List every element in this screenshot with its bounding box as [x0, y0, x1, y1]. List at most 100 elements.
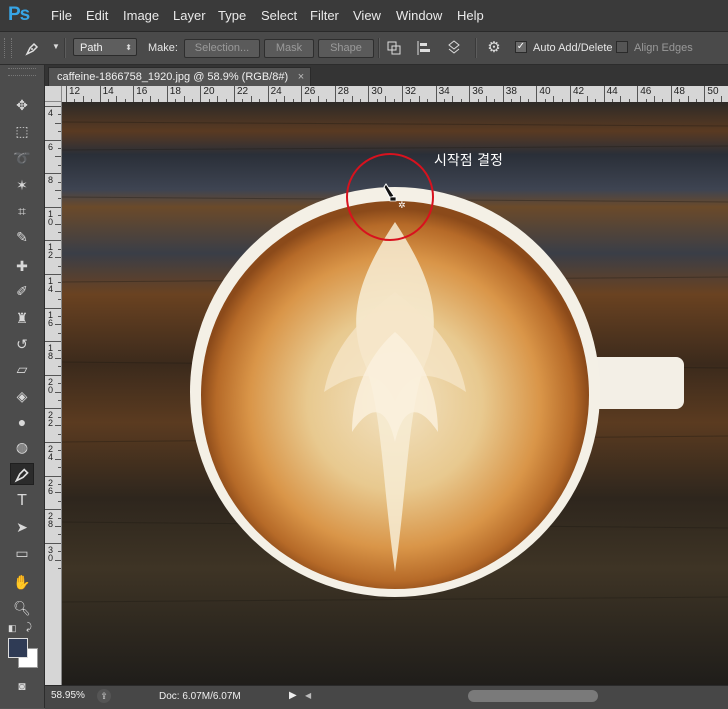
ruler-label: 14: [48, 276, 54, 294]
ruler-label: 16: [48, 309, 54, 328]
ruler-label: 20: [203, 86, 215, 97]
eyedropper-tool-icon[interactable]: ✎: [10, 226, 34, 248]
ruler-tick: [55, 122, 61, 124]
blur-tool-icon[interactable]: ●: [10, 411, 34, 433]
ruler-tick: [58, 383, 61, 385]
menu-edit[interactable]: Edit: [86, 8, 108, 23]
crop-tool-icon[interactable]: ⌗: [10, 200, 34, 222]
clone-stamp-tool-icon[interactable]: ♜: [10, 307, 34, 329]
swap-colors-icon[interactable]: ⤸: [26, 622, 32, 633]
ruler-tick: [45, 542, 61, 544]
ruler-tick: [55, 290, 61, 292]
ruler-label: 18: [169, 86, 181, 97]
pen-tool-icon[interactable]: [10, 463, 34, 485]
close-icon[interactable]: ×: [298, 68, 304, 87]
menu-layer[interactable]: Layer: [173, 8, 206, 23]
menu-filter[interactable]: Filter: [310, 8, 339, 23]
path-operations-icon[interactable]: [385, 39, 403, 57]
path-arrangement-icon[interactable]: [445, 39, 463, 57]
shape-button[interactable]: Shape: [318, 39, 374, 58]
menu-view[interactable]: View: [353, 8, 381, 23]
pen-icon[interactable]: [23, 39, 41, 57]
svg-text:✲: ✲: [398, 201, 406, 211]
share-icon[interactable]: ⇪: [97, 689, 111, 703]
dodge-tool-icon[interactable]: ◍: [10, 436, 34, 458]
ruler-tick: [58, 349, 61, 351]
ruler-label: 46: [640, 86, 652, 97]
document-tab-title: caffeine-1866758_1920.jpg @ 58.9% (RGB/8…: [57, 71, 289, 83]
tools-panel: ✥ ⬚ ➰ ✶ ⌗ ✎ ✚ ✐ ♜ ↺ ▱ ◈ ● ◍ T ➤ ▭ ✋ 🔍︎ ◧…: [0, 65, 45, 708]
ruler-tick: [99, 86, 101, 102]
foreground-color-swatch[interactable]: [8, 638, 28, 658]
auto-add-delete-checkbox[interactable]: ✓: [515, 41, 527, 53]
mask-button[interactable]: Mask: [264, 39, 314, 58]
ruler-label: 8: [48, 175, 54, 186]
ruler-origin[interactable]: [45, 86, 62, 102]
document-tab[interactable]: caffeine-1866758_1920.jpg @ 58.9% (RGB/8…: [48, 67, 312, 87]
ruler-tick: [55, 526, 61, 527]
ruler-tick: [55, 425, 61, 427]
mode-select[interactable]: Path ⬍: [73, 38, 137, 56]
ruler-tick: [58, 433, 61, 435]
ruler-tick: [55, 190, 61, 191]
ruler-tick: [55, 458, 61, 460]
default-colors-icon[interactable]: ◧: [8, 623, 17, 634]
ruler-tick: [301, 86, 303, 102]
coffee-photo: ✲: [62, 102, 728, 685]
eraser-tool-icon[interactable]: ▱: [10, 358, 34, 380]
ruler-label: 10: [48, 208, 54, 227]
zoom-tool-icon[interactable]: 🔍︎: [10, 597, 34, 619]
ruler-tick: [55, 223, 61, 225]
ruler-tick: [58, 332, 61, 334]
rectangle-tool-icon[interactable]: ▭: [10, 542, 34, 564]
type-tool-icon[interactable]: T: [10, 490, 34, 512]
ruler-tick: [55, 391, 61, 393]
menu-window[interactable]: Window: [396, 8, 442, 23]
path-selection-tool-icon[interactable]: ➤: [10, 516, 34, 538]
ruler-label: 48: [673, 86, 685, 97]
ruler-label: 34: [438, 86, 450, 97]
horizontal-scrollbar[interactable]: [468, 690, 598, 702]
ruler-tick: [536, 86, 538, 102]
scroll-left-icon[interactable]: ◀: [305, 691, 311, 700]
history-brush-tool-icon[interactable]: ↺: [10, 333, 34, 355]
marquee-tool-icon[interactable]: ⬚: [10, 120, 34, 142]
brush-tool-icon[interactable]: ✐: [10, 280, 34, 302]
document-canvas[interactable]: ✲ 시작점 결정: [62, 102, 728, 685]
tool-preset-arrow-icon[interactable]: ▼: [52, 42, 60, 51]
ruler-tick: [435, 86, 437, 102]
ruler-tick: [45, 509, 61, 511]
ruler-tick: [58, 198, 61, 200]
menu-type[interactable]: Type: [218, 8, 246, 23]
path-alignment-icon[interactable]: [415, 39, 433, 57]
color-swatches[interactable]: [8, 638, 38, 668]
menu-select[interactable]: Select: [261, 8, 297, 23]
menu-help[interactable]: Help: [457, 8, 484, 23]
magic-wand-tool-icon[interactable]: ✶: [10, 174, 34, 196]
ruler-tick: [55, 156, 61, 158]
tools-grip: [8, 68, 36, 76]
ruler-tick: [58, 114, 61, 116]
move-tool-icon[interactable]: ✥: [10, 94, 34, 116]
selection-button[interactable]: Selection...: [184, 39, 260, 58]
lasso-tool-icon[interactable]: ➰: [10, 147, 34, 169]
ruler-label: 36: [472, 86, 484, 97]
ruler-label: 22: [48, 410, 54, 429]
horizontal-ruler[interactable]: 12 14 16 18 20 22 24 26 28 30 32 34 36 38 40 42 44 46 48 50: [62, 86, 728, 103]
options-grip: [4, 38, 12, 58]
ruler-label: 22: [237, 86, 249, 97]
align-edges-checkbox[interactable]: [616, 41, 628, 53]
zoom-level[interactable]: 58.95%: [51, 690, 85, 701]
hand-tool-icon[interactable]: ✋: [10, 571, 34, 593]
gear-icon[interactable]: ⚙: [485, 39, 503, 57]
menu-file[interactable]: File: [51, 8, 72, 23]
paint-bucket-tool-icon[interactable]: ◈: [10, 385, 34, 407]
status-menu-arrow-icon[interactable]: ▶: [289, 690, 297, 701]
separator: [378, 38, 380, 58]
healing-brush-tool-icon[interactable]: ✚: [10, 255, 34, 277]
ruler-label: 4: [48, 108, 54, 118]
menu-image[interactable]: Image: [123, 8, 159, 23]
vertical-ruler[interactable]: 4 6 8 10 12 14 16 18 20 22 24 26 28 30: [45, 102, 62, 685]
quick-mask-icon[interactable]: ◙: [10, 675, 34, 697]
ruler-tick: [58, 416, 61, 418]
